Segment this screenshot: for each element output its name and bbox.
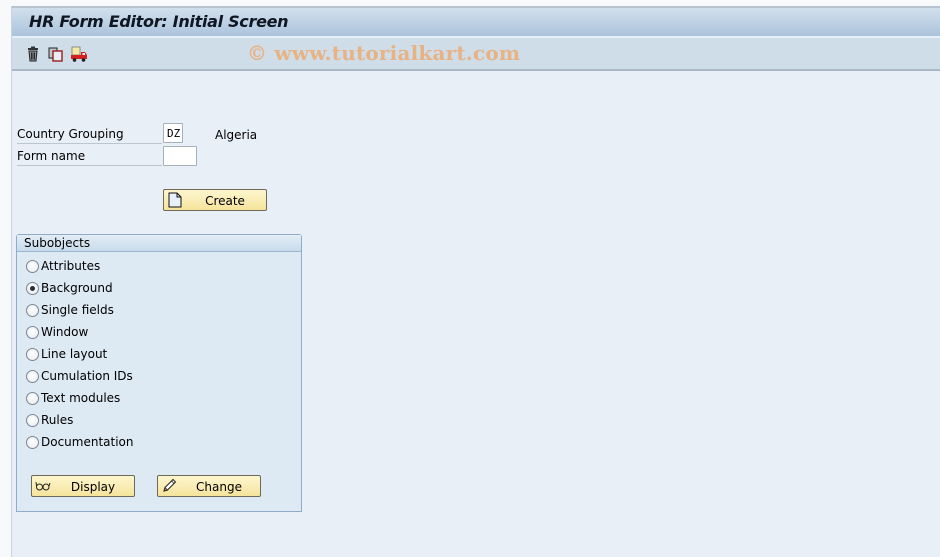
subobjects-title: Subobjects: [17, 235, 301, 252]
radio-button[interactable]: [26, 370, 39, 383]
radio-button[interactable]: [26, 436, 39, 449]
radio-label: Line layout: [41, 347, 108, 361]
trash-icon[interactable]: [24, 45, 42, 63]
radio-label: Rules: [41, 413, 74, 427]
radio-button[interactable]: [26, 414, 39, 427]
radio-label: Cumulation IDs: [41, 369, 133, 383]
change-button-label: Change: [196, 480, 242, 494]
radio-label: Text modules: [41, 391, 121, 405]
change-button[interactable]: Change: [157, 475, 261, 497]
radio-button[interactable]: [26, 304, 39, 317]
radio-label: Window: [41, 325, 89, 339]
application-toolbar: © www.tutorialkart.com: [12, 38, 940, 71]
country-grouping-description: Algeria: [215, 128, 258, 142]
display-button-label: Display: [70, 480, 116, 494]
form-name-input[interactable]: [163, 146, 197, 166]
radio-label: Single fields: [41, 303, 114, 317]
form-name-label-text: Form name: [17, 149, 86, 163]
radio-button[interactable]: [26, 326, 39, 339]
app-window: HR Form Editor: Initial Screen © www.tut…: [11, 6, 940, 557]
country-grouping-label: Country Grouping: [17, 123, 162, 144]
title-bar: HR Form Editor: Initial Screen: [12, 6, 940, 37]
country-grouping-input[interactable]: DZ: [163, 123, 183, 143]
radio-button[interactable]: [26, 392, 39, 405]
transport-truck-icon[interactable]: [70, 45, 88, 63]
radio-label: Documentation: [41, 435, 134, 449]
create-button-label: Create: [205, 194, 245, 208]
radio-button[interactable]: [26, 260, 39, 273]
radio-label: Attributes: [41, 259, 101, 273]
page-title: HR Form Editor: Initial Screen: [29, 12, 289, 31]
country-grouping-label-text: Country Grouping: [17, 127, 124, 141]
radio-button-checked[interactable]: [26, 282, 39, 295]
subobjects-group: Subobjects Attributes Background Single …: [16, 234, 302, 512]
form-name-label: Form name: [17, 145, 162, 166]
radio-label: Background: [41, 281, 113, 295]
display-button[interactable]: Display: [31, 475, 135, 497]
copy-icon[interactable]: [47, 45, 65, 63]
watermark: © www.tutorialkart.com: [247, 41, 521, 65]
create-button[interactable]: Create: [163, 189, 267, 211]
radio-button[interactable]: [26, 348, 39, 361]
